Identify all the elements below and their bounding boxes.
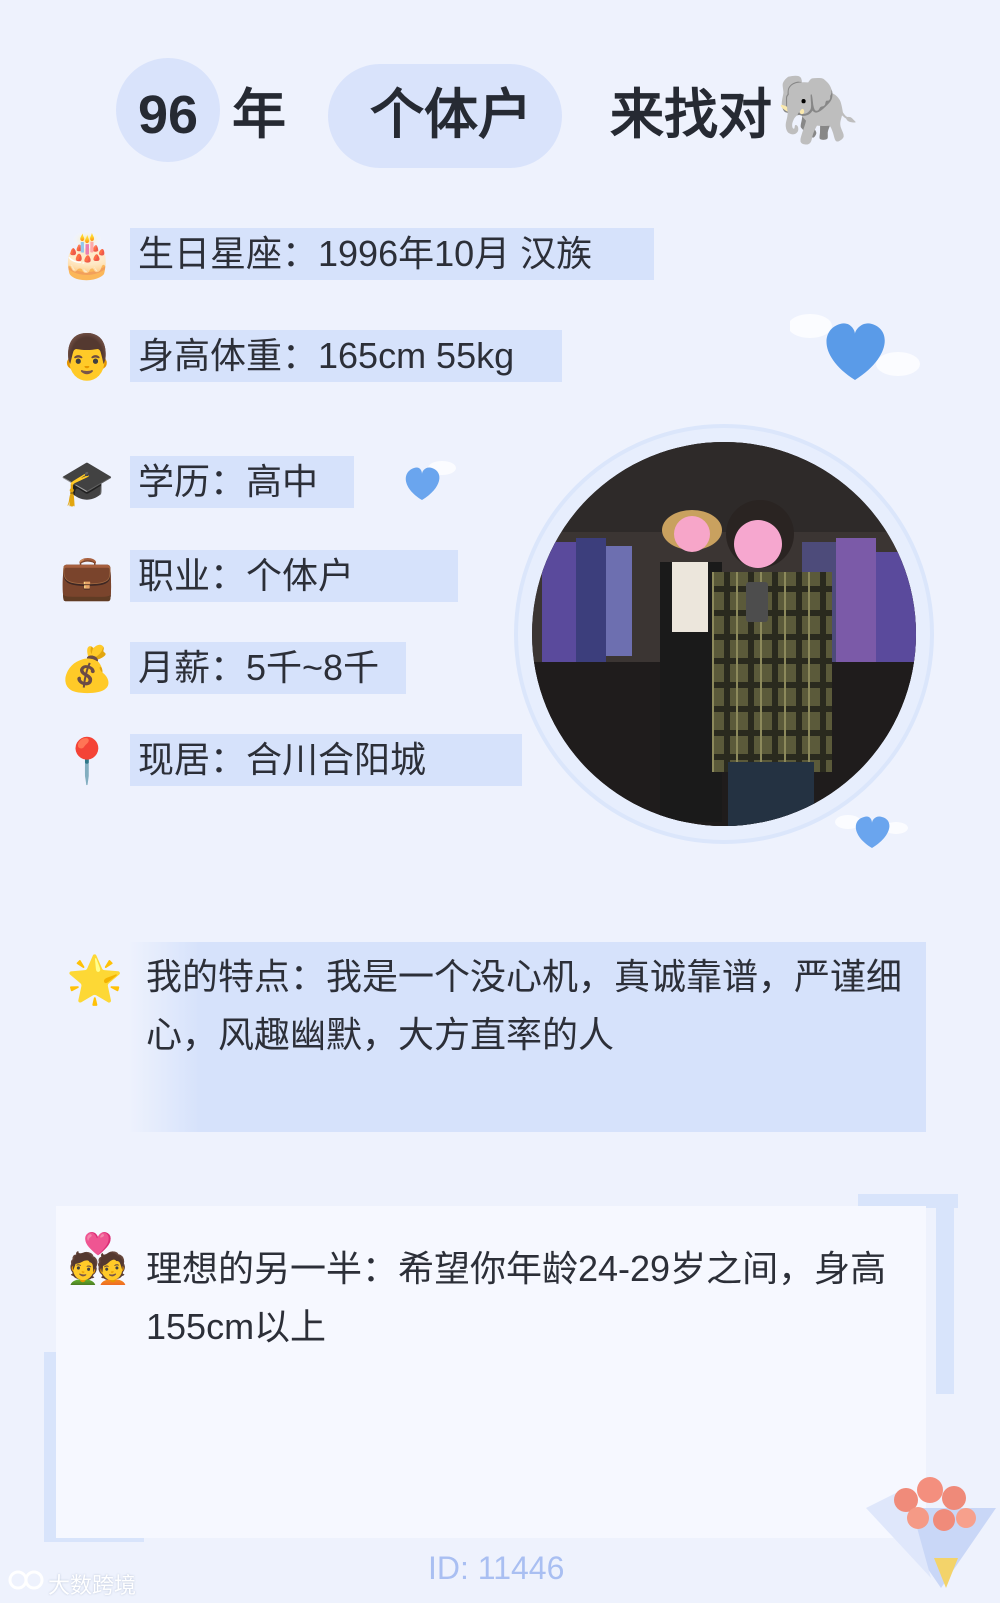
bracket-decoration	[936, 1194, 954, 1394]
year-suffix: 年	[232, 85, 286, 145]
heart-wings-icon	[788, 304, 920, 388]
occupation-info-text: 职业：个体户	[138, 555, 355, 596]
watermark-logo-icon	[8, 1566, 46, 1594]
man-face-icon: 👨	[59, 333, 115, 382]
profile-id: ID: 11446	[428, 1550, 565, 1586]
occupation-text: 个体户	[370, 85, 532, 145]
flower-bouquet-icon	[846, 1448, 996, 1598]
traits-text: 我的特点：我是一个没心机，真诚靠谱，严谨细心，风趣幽默，大方直率的人	[146, 956, 903, 1055]
looking-for-text: 来找对	[610, 85, 772, 145]
residence-text: 现居：合川合阳城	[138, 739, 427, 780]
education-text: 学历：高中	[138, 461, 319, 502]
briefcase-icon: 💼	[59, 553, 115, 602]
couple-with-heart-icon: 💑	[68, 1233, 128, 1286]
graduation-cap-icon: 🎓	[59, 459, 115, 508]
salary-text: 月薪：5千~8千	[138, 647, 380, 688]
glowing-star-icon: 🌟	[66, 953, 124, 1005]
location-pin-icon: 📍	[59, 737, 115, 786]
elephant-icon: 🐘	[776, 72, 861, 148]
height-weight-text: 身高体重：165cm 55kg	[138, 335, 515, 376]
photo-scene	[532, 442, 916, 826]
birthday-cake-icon: 🎂	[59, 231, 115, 280]
birthday-zodiac-text: 生日星座：1996年10月 汉族	[138, 233, 593, 274]
profile-photo[interactable]	[514, 424, 934, 844]
ideal-partner-text: 理想的另一半：希望你年龄24-29岁之间，身高155cm以上	[146, 1248, 887, 1347]
small-heart-icon	[834, 808, 908, 854]
year-text: 96	[138, 85, 199, 145]
watermark-text: 大数跨境	[48, 1573, 137, 1598]
money-bag-icon: 💰	[59, 645, 115, 694]
small-heart-icon	[390, 456, 460, 506]
